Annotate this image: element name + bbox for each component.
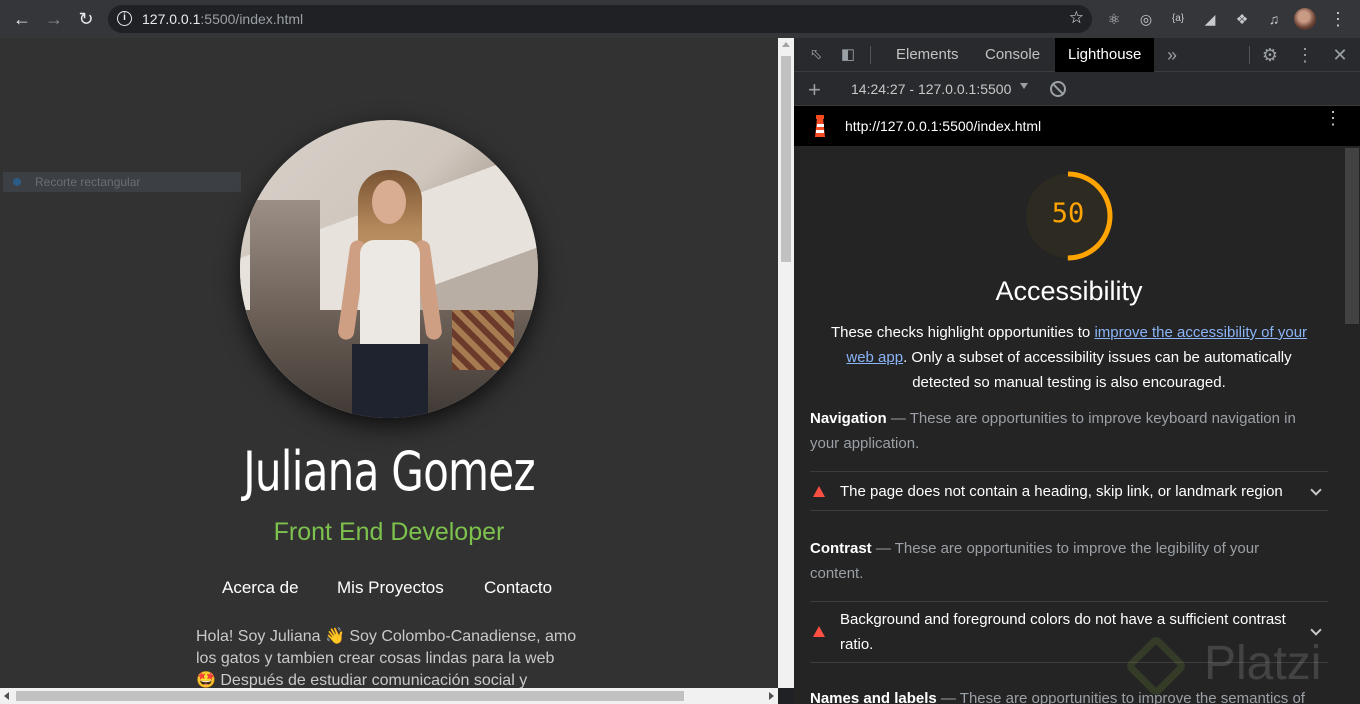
profile-photo: [240, 120, 538, 418]
inspect-element-icon[interactable]: ⬁: [806, 45, 826, 65]
tab-elements[interactable]: Elements: [883, 38, 972, 72]
clear-reports-icon[interactable]: [1050, 81, 1066, 97]
photo-pants: [352, 344, 428, 418]
scrollbar-thumb[interactable]: [16, 691, 684, 701]
audit-heading-landmark[interactable]: The page does not contain a heading, ski…: [810, 471, 1328, 511]
fail-triangle-icon: [813, 486, 825, 497]
device-toolbar-icon[interactable]: ◧: [838, 45, 858, 65]
expand-chevron-icon[interactable]: [1310, 484, 1322, 496]
photo-torso: [360, 240, 420, 350]
watermark-text: Platzi: [1204, 637, 1322, 690]
json-extension-icon[interactable]: {a}: [1168, 9, 1188, 29]
scrollbar-thumb[interactable]: [1345, 148, 1359, 324]
report-url[interactable]: http://127.0.0.1:5500/index.html: [845, 118, 1041, 134]
photo-rug: [452, 310, 514, 370]
lighthouse-toolbar: + 14:24:27 - 127.0.0.1:5500: [794, 72, 1360, 106]
page-vertical-scrollbar[interactable]: [778, 38, 794, 688]
bio-paragraph: Hola! Soy Juliana 👋 Soy Colombo-Canadien…: [196, 626, 596, 688]
photo-shelf: [250, 200, 320, 320]
category-description: These checks highlight opportunities to …: [822, 320, 1316, 395]
score-value: 50: [1051, 198, 1085, 229]
snip-label: Recorte rectangular: [35, 175, 141, 189]
close-devtools-icon[interactable]: ✕: [1330, 45, 1350, 65]
hero-name: Juliana Gomez: [243, 440, 535, 503]
group-description: — These are opportunities to improve the…: [810, 540, 1260, 582]
react-devtools-icon[interactable]: ⚛: [1104, 9, 1124, 29]
page-horizontal-scrollbar[interactable]: [0, 688, 778, 704]
fail-triangle-icon: [813, 626, 825, 637]
url-path: :5500/index.html: [200, 11, 304, 27]
group-title: Navigation: [810, 410, 887, 427]
scroll-up-arrow-icon[interactable]: [782, 42, 790, 47]
category-title: Accessibility: [995, 276, 1143, 306]
menu-contact-link[interactable]: Contacto: [484, 578, 552, 598]
settings-gear-icon[interactable]: ⚙: [1260, 45, 1280, 65]
report-dropdown-caret-icon[interactable]: [1020, 83, 1028, 89]
screenshot-extension-icon[interactable]: ◢: [1200, 9, 1220, 29]
media-queue-icon[interactable]: ♫: [1264, 9, 1284, 29]
audit-title: The page does not contain a heading, ski…: [840, 483, 1283, 500]
site-info-icon[interactable]: i: [117, 11, 132, 26]
snip-tool-overlay: Recorte rectangular: [3, 172, 241, 192]
description-text: These checks highlight opportunities to: [830, 324, 1095, 341]
url-host: 127.0.0.1: [142, 11, 201, 27]
hero-role: Front End Developer: [273, 518, 505, 546]
chrome-menu-icon[interactable]: ⋮: [1328, 9, 1348, 29]
devtools-tabbar: ⬁ ◧ Elements Console Lighthouse » ⚙ ⋮ ✕: [794, 38, 1360, 72]
lighthouse-logo-icon: [815, 115, 825, 137]
group-title: Names and labels: [810, 690, 937, 704]
bio-line: los gatos y tambien crear cosas lindas p…: [196, 650, 555, 667]
tab-lighthouse[interactable]: Lighthouse: [1055, 38, 1155, 72]
more-tabs-chevron-icon[interactable]: »: [1162, 45, 1182, 65]
group-title: Contrast: [810, 540, 872, 557]
tab-console[interactable]: Console: [972, 38, 1053, 72]
group-navigation: Navigation — These are opportunities to …: [810, 406, 1314, 456]
report-menu-icon[interactable]: ⋮: [1324, 109, 1342, 127]
target-extension-icon[interactable]: ◎: [1136, 9, 1156, 29]
back-arrow-icon[interactable]: ←: [10, 7, 34, 31]
toolbar-divider: [870, 46, 871, 64]
bio-line: 🤩 Después de estudiar comunicación socia…: [196, 672, 528, 688]
menu-about-link[interactable]: Acerca de: [222, 578, 299, 598]
report-scrollbar[interactable]: [1344, 146, 1360, 704]
scroll-left-arrow-icon[interactable]: [4, 692, 9, 700]
scroll-right-arrow-icon[interactable]: [769, 692, 774, 700]
group-contrast: Contrast — These are opportunities to im…: [810, 536, 1314, 586]
bookmark-star-icon[interactable]: ☆: [1069, 8, 1084, 28]
profile-avatar[interactable]: [1294, 8, 1316, 30]
snip-dot-icon: [13, 178, 21, 186]
page-viewport: Recorte rectangular Juliana Gomez Front …: [0, 38, 778, 688]
report-url-bar: http://127.0.0.1:5500/index.html ⋮: [794, 106, 1360, 146]
address-bar[interactable]: i 127.0.0.1:5500/index.html ☆: [108, 5, 1092, 33]
bio-line: Hola! Soy Juliana 👋 Soy Colombo-Canadien…: [196, 628, 577, 645]
toolbar-divider: [1249, 46, 1250, 64]
platzi-logo-icon: [1124, 634, 1188, 698]
scrollbar-thumb[interactable]: [781, 56, 791, 262]
platzi-watermark: Platzi: [1124, 626, 1344, 704]
new-report-plus-icon[interactable]: +: [808, 77, 821, 103]
description-text: . Only a subset of accessibility issues …: [903, 349, 1292, 391]
menu-projects-link[interactable]: Mis Proyectos: [337, 578, 444, 598]
forward-arrow-icon[interactable]: →: [42, 7, 66, 31]
address-url[interactable]: 127.0.0.1:5500/index.html: [142, 11, 303, 27]
browser-toolbar: ← → ↻ i 127.0.0.1:5500/index.html ☆ ⚛ ◎ …: [0, 0, 1360, 38]
extensions-puzzle-icon[interactable]: ❖: [1232, 9, 1252, 29]
photo-face: [372, 180, 406, 224]
report-selector[interactable]: 14:24:27 - 127.0.0.1:5500: [851, 81, 1011, 97]
devtools-panel: ⬁ ◧ Elements Console Lighthouse » ⚙ ⋮ ✕ …: [794, 38, 1360, 704]
reload-icon[interactable]: ↻: [74, 7, 98, 31]
lighthouse-report: 50 Accessibility These checks highlight …: [794, 146, 1344, 704]
devtools-menu-icon[interactable]: ⋮: [1295, 45, 1315, 65]
